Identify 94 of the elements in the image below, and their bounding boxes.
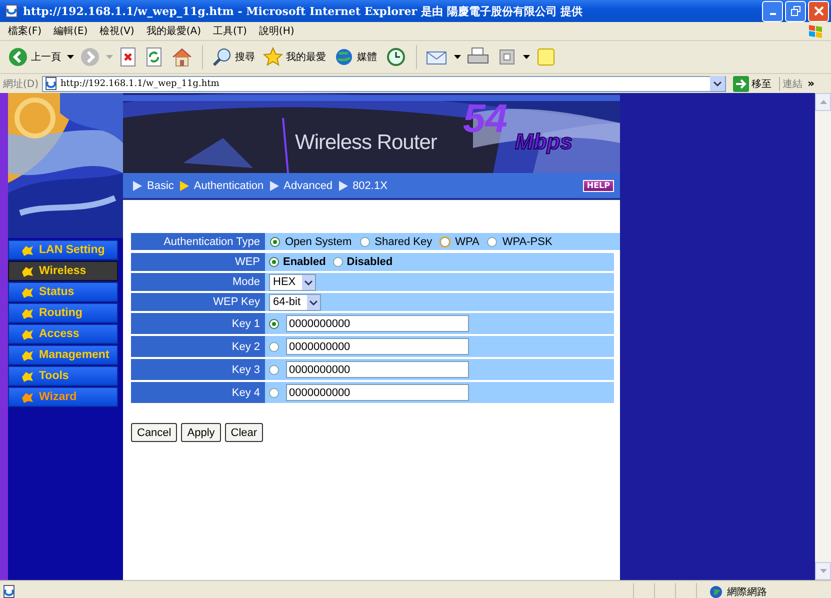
triangle-icon xyxy=(180,180,189,190)
dropdown-arrow-icon[interactable] xyxy=(523,55,530,59)
menu-item[interactable]: 編輯(E) xyxy=(50,24,96,38)
form-button[interactable]: Cancel xyxy=(131,423,178,442)
star-icon xyxy=(263,47,283,67)
menu-item[interactable]: 我的最愛(A) xyxy=(142,24,209,38)
field-label: WEP xyxy=(131,253,265,271)
radio-label: Open System xyxy=(285,236,352,248)
radio-label: Shared Key xyxy=(374,236,432,248)
nav-item[interactable]: Wireless xyxy=(8,261,118,281)
radio-label: Enabled xyxy=(283,256,326,268)
radio-label: WPA xyxy=(455,236,480,248)
nav-item[interactable]: Management xyxy=(8,345,118,365)
field-label: Authentication Type xyxy=(131,233,265,250)
minimize-button[interactable] xyxy=(762,0,783,22)
triangle-icon xyxy=(270,180,279,190)
radio-label: WPA-PSK xyxy=(502,236,552,248)
field-label: Key 2 xyxy=(131,336,265,357)
key-input[interactable]: 0000000000 xyxy=(286,361,469,378)
radio-button[interactable] xyxy=(269,318,279,328)
links-label[interactable]: 連結 xyxy=(782,76,803,90)
radio-button[interactable] xyxy=(269,257,279,267)
triangle-icon xyxy=(133,180,142,190)
tab[interactable]: Authentication xyxy=(180,180,264,192)
edit-icon[interactable] xyxy=(497,47,517,67)
field-label: Key 3 xyxy=(131,359,265,380)
refresh-icon[interactable] xyxy=(145,47,163,67)
key-input[interactable]: 0000000000 xyxy=(286,384,469,401)
page-icon xyxy=(5,4,19,18)
radio-button[interactable] xyxy=(270,236,280,246)
nav-item[interactable]: Routing xyxy=(8,303,118,323)
help-button[interactable]: HELP xyxy=(582,180,614,192)
menu-item[interactable]: 檢視(V) xyxy=(96,24,142,38)
mode-select[interactable]: HEX xyxy=(269,274,316,290)
search-icon xyxy=(212,47,232,67)
form-button[interactable]: Apply xyxy=(181,423,221,442)
form-button[interactable]: Clear xyxy=(224,423,264,442)
page-icon xyxy=(44,77,58,90)
menu-item[interactable]: 檔案(F) xyxy=(4,24,50,38)
radio-button[interactable] xyxy=(269,388,279,398)
field-label: Mode xyxy=(131,273,265,291)
stop-icon[interactable] xyxy=(119,47,137,67)
home-icon[interactable] xyxy=(171,47,193,67)
close-icon xyxy=(814,6,824,16)
zone-label: 網際網路 xyxy=(727,586,767,598)
radio-button[interactable] xyxy=(487,236,498,246)
globe-icon xyxy=(334,47,354,67)
search-button[interactable]: 搜尋 xyxy=(210,47,257,67)
key-input[interactable]: 0000000000 xyxy=(286,338,469,355)
radio-button[interactable] xyxy=(269,364,279,374)
forward-icon[interactable] xyxy=(80,47,100,67)
radio-label: Disabled xyxy=(346,256,393,268)
tab[interactable]: 802.1X xyxy=(338,180,388,192)
banner-title: Wireless Router xyxy=(295,131,437,155)
favorites-button[interactable]: 我的最愛 xyxy=(261,47,328,67)
minimize-icon xyxy=(770,13,776,15)
address-field[interactable]: http://192.168.1.1/w_wep_11g.htm xyxy=(42,76,726,92)
menu-item[interactable]: 說明(H) xyxy=(254,24,302,38)
dropdown-arrow-icon[interactable] xyxy=(67,55,74,59)
go-arrow-icon xyxy=(732,76,749,92)
media-button[interactable]: 媒體 xyxy=(332,47,379,67)
key-input[interactable]: 0000000000 xyxy=(286,315,469,332)
field-label: Key 1 xyxy=(131,313,265,334)
radio-button[interactable] xyxy=(269,342,279,352)
globe-icon xyxy=(709,584,723,598)
nav-item[interactable]: Access xyxy=(8,324,118,344)
close-button[interactable] xyxy=(808,0,829,22)
address-label: 網址(D) xyxy=(3,78,39,90)
menu-item[interactable]: 工具(T) xyxy=(209,24,255,38)
nav-item[interactable]: Status xyxy=(8,282,118,302)
page-icon xyxy=(3,584,17,598)
window-title: http://192.168.1.1/w_wep_11g.htm - Microsoft Internet Explorer 是由 陽慶電子股份有限公司 提供 xyxy=(23,4,583,18)
wep-key-select[interactable]: 64-bit xyxy=(269,294,321,310)
dropdown-arrow-icon[interactable] xyxy=(454,55,461,59)
scroll-down-icon[interactable] xyxy=(820,569,826,573)
scrollbar[interactable] xyxy=(815,93,831,580)
field-label: Key 4 xyxy=(131,382,265,403)
restore-icon xyxy=(790,6,800,16)
scroll-up-icon[interactable] xyxy=(820,100,826,104)
tab[interactable]: Basic xyxy=(133,180,174,192)
nav-item[interactable]: Tools xyxy=(8,366,118,386)
back-button[interactable]: 上一頁 xyxy=(6,47,63,67)
history-icon[interactable] xyxy=(385,47,407,67)
note-icon[interactable] xyxy=(536,47,556,67)
radio-button[interactable] xyxy=(360,236,370,246)
triangle-icon xyxy=(338,180,348,190)
banner-unit: Mbps xyxy=(515,131,572,153)
more-chevron[interactable]: » xyxy=(808,77,815,90)
go-button[interactable]: 移至 xyxy=(728,76,776,92)
nav-item[interactable]: LAN Setting xyxy=(8,240,118,260)
restore-button[interactable] xyxy=(785,0,806,22)
field-label: WEP Key xyxy=(131,293,265,311)
radio-button[interactable] xyxy=(332,257,343,267)
tab[interactable]: Advanced xyxy=(270,180,333,192)
